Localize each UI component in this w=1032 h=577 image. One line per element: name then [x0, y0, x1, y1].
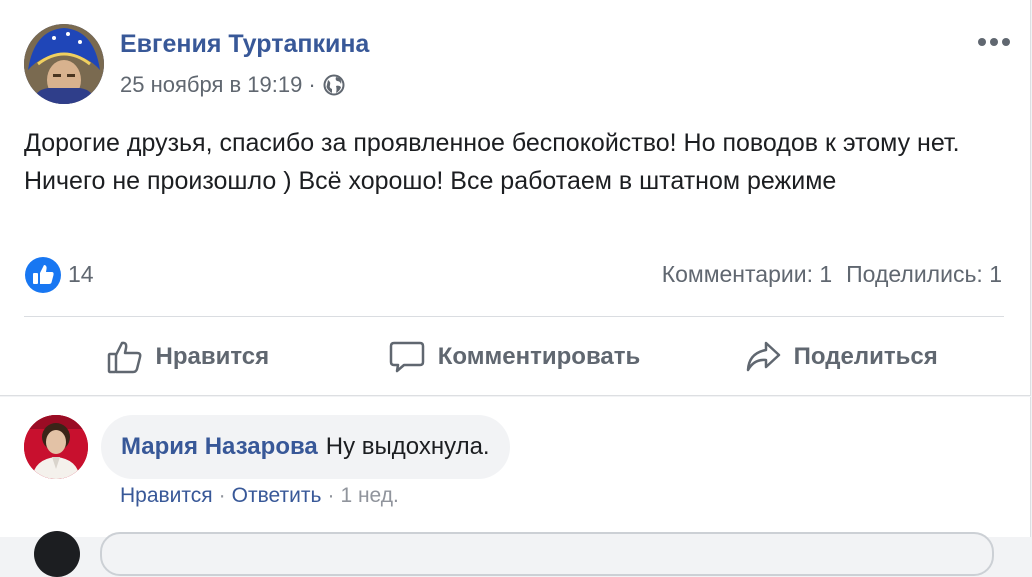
comment-button[interactable]: Комментировать	[351, 318, 678, 396]
comments-section: Мария Назарова Ну выдохнула. Нравится · От…	[0, 397, 1031, 577]
comment-button-label: Комментировать	[437, 343, 641, 370]
shares-count[interactable]: Поделились: 1	[846, 261, 1002, 287]
post-meta: 25 ноября в 19:19 ·	[120, 72, 346, 98]
author-name[interactable]: Евгения Туртапкина	[120, 30, 369, 59]
share-button[interactable]: Поделиться	[677, 318, 1004, 396]
comment-time[interactable]: 1 нед.	[340, 484, 398, 507]
more-icon[interactable]	[974, 30, 1014, 54]
thumbs-up-icon[interactable]	[24, 256, 62, 294]
comment-actions: Нравится · Ответить · 1 нед.	[120, 484, 399, 508]
meta-separator: ·	[308, 72, 316, 97]
comment-like-link[interactable]: Нравится	[120, 484, 213, 507]
author-avatar-image	[24, 24, 104, 104]
comment-text: Ну выдохнула.	[325, 433, 490, 460]
share-button-label: Поделиться	[793, 343, 938, 370]
comment-separator: ·	[327, 484, 335, 507]
commenter-avatar[interactable]	[24, 415, 88, 479]
comment-bubble: Мария Назарова Ну выдохнула.	[101, 415, 510, 479]
post-timestamp[interactable]: 25 ноября в 19:19	[120, 72, 302, 98]
like-button[interactable]: Нравится	[24, 318, 351, 396]
comment-separator: ·	[218, 484, 226, 507]
author-avatar[interactable]	[24, 24, 104, 104]
divider	[24, 316, 1004, 317]
viewer-avatar[interactable]	[34, 531, 80, 577]
globe-icon[interactable]	[322, 73, 346, 97]
like-count[interactable]: 14	[68, 261, 94, 288]
like-button-label: Нравится	[155, 343, 270, 370]
thumbs-up-outline-icon	[107, 341, 141, 374]
comments-count[interactable]: Комментарии: 1	[662, 261, 832, 287]
engagement-counts: Комментарии: 1 Поделились: 1	[662, 261, 1002, 288]
commenter-name[interactable]: Мария Назарова	[121, 433, 318, 461]
comment-reply-link[interactable]: Ответить	[232, 484, 322, 507]
comment-input[interactable]	[100, 532, 994, 576]
post-card: Евгения Туртапкина 25 ноября в 19:19 · Д…	[0, 0, 1031, 396]
commenter-avatar-image	[24, 415, 88, 479]
post-text: Дорогие друзья, спасибо за проявленное б…	[24, 129, 960, 195]
speech-bubble-icon	[389, 341, 425, 373]
post-actions: Нравится Комментировать Поделиться	[24, 318, 1004, 396]
share-arrow-icon	[746, 341, 780, 372]
